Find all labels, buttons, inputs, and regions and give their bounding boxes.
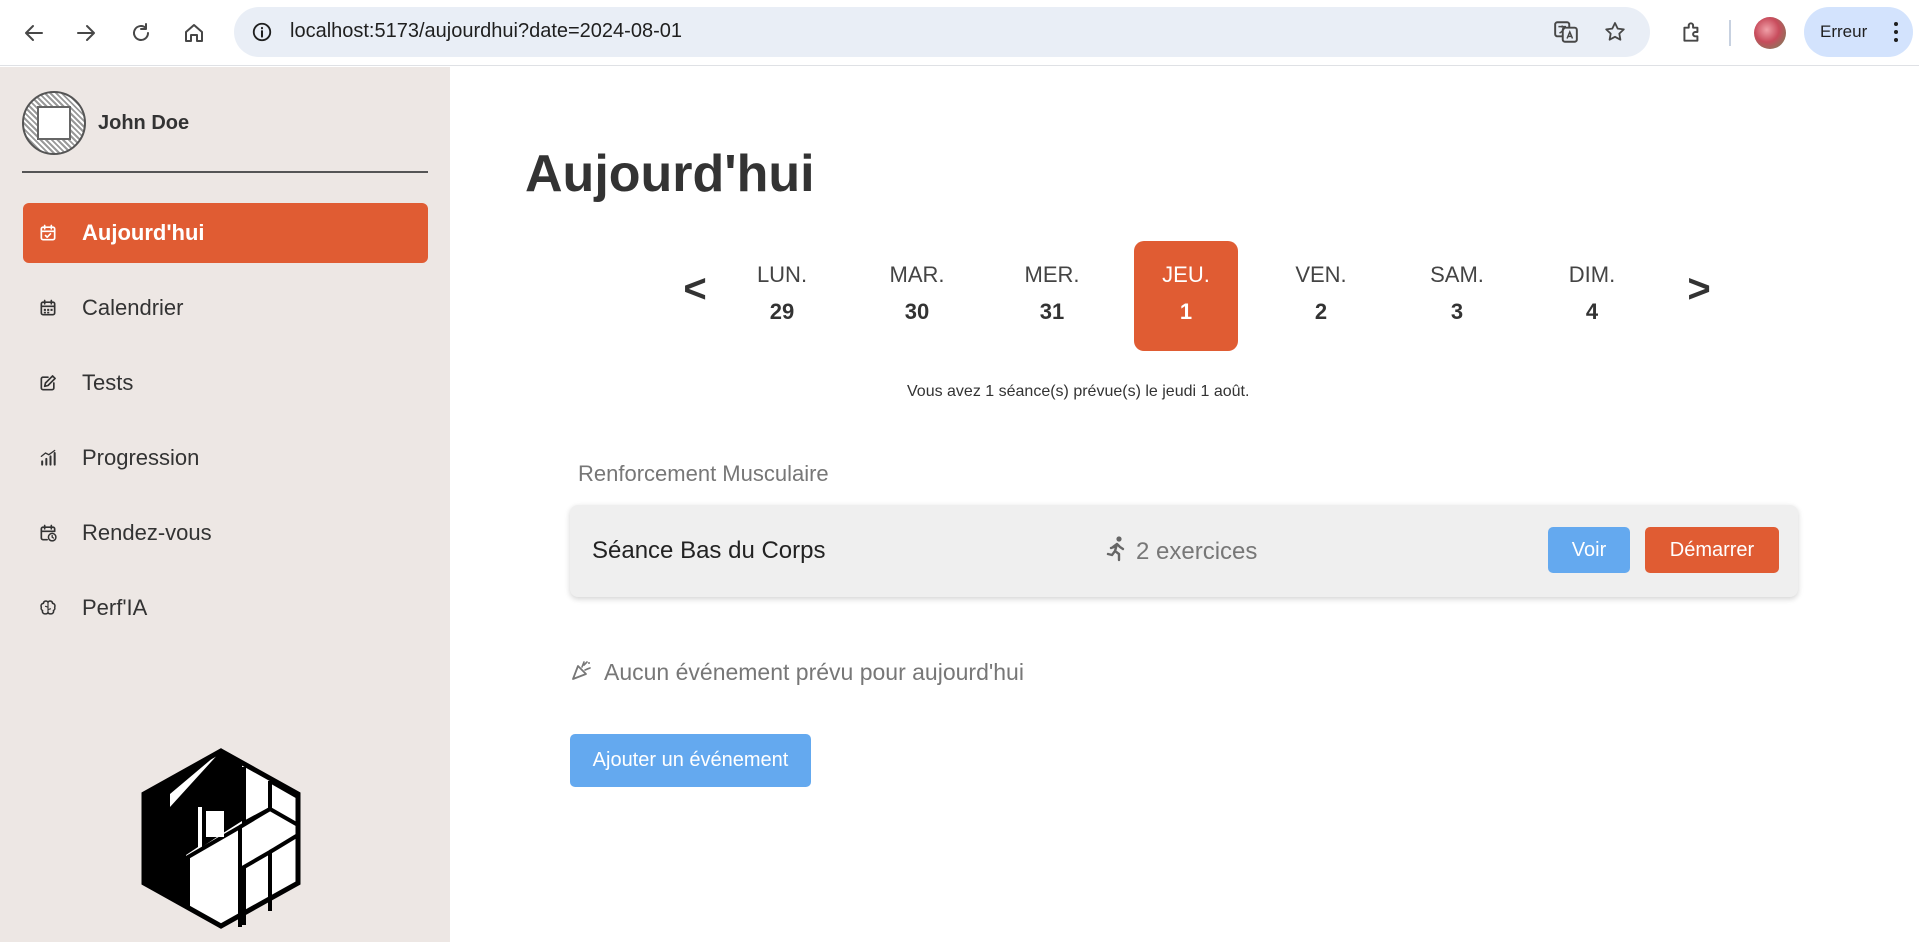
party-popper-icon (570, 658, 594, 687)
user-profile[interactable]: John Doe (22, 91, 189, 155)
app-logo (140, 747, 302, 929)
start-session-button[interactable]: Démarrer (1645, 527, 1779, 573)
sidebar-divider (22, 171, 428, 173)
view-session-button[interactable]: Voir (1548, 527, 1630, 573)
day-name: DIM. (1568, 262, 1616, 287)
address-bar[interactable]: localhost:5173/aujourdhui?date=2024-08-0… (234, 7, 1650, 57)
day-sam[interactable]: SAM. 3 (1405, 241, 1509, 351)
user-name: John Doe (98, 111, 190, 134)
day-number: 30 (904, 299, 930, 324)
prev-week-button[interactable]: < (675, 267, 715, 312)
sidebar-item-tests[interactable]: Tests (23, 353, 428, 413)
day-lun[interactable]: LUN. 29 (730, 241, 834, 351)
sidebar-item-label: Progression (82, 445, 200, 470)
chart-icon (37, 447, 59, 469)
session-card: Séance Bas du Corps 2 exercices Voir Dém… (570, 505, 1798, 597)
sessions-summary: Vous avez 1 séance(s) prévue(s) le jeudi… (907, 383, 1250, 400)
sidebar-item-label: Aujourd'hui (82, 220, 205, 245)
no-event-text: Aucun événement prévu pour aujourd'hui (604, 659, 1024, 685)
sidebar-item-label: Perf'IA (82, 595, 148, 620)
more-menu-icon[interactable] (1893, 22, 1899, 42)
avatar (22, 91, 86, 155)
sidebar-item-aujourdhui[interactable]: Aujourd'hui (23, 203, 428, 263)
back-button[interactable] (14, 13, 54, 53)
add-event-button[interactable]: Ajouter un événement (570, 734, 811, 787)
toolbar-divider (1729, 20, 1731, 46)
arrow-right-icon (77, 25, 95, 41)
day-number: 1 (1179, 299, 1193, 324)
no-event-message: Aucun événement prévu pour aujourd'hui (570, 658, 1024, 687)
profile-error-label: Erreur (1820, 22, 1868, 41)
calendar-icon (37, 297, 59, 319)
browser-toolbar: localhost:5173/aujourdhui?date=2024-08-0… (0, 0, 1919, 66)
forward-button[interactable] (66, 13, 106, 53)
sidebar-menu: Aujourd'hui Calendrier Tests Progression… (23, 203, 428, 653)
main-content: Aujourd'hui < LUN. 29 MAR. 30 MER. 31 JE… (450, 67, 1919, 942)
day-mar[interactable]: MAR. 30 (865, 241, 969, 351)
translate-icon[interactable] (1552, 18, 1580, 46)
sidebar-item-label: Rendez-vous (82, 520, 212, 545)
extensions-icon[interactable] (1674, 14, 1710, 50)
sidebar-item-progression[interactable]: Progression (23, 428, 428, 488)
calendar-check-icon (37, 222, 59, 244)
day-name: MAR. (889, 262, 945, 287)
brain-icon (37, 597, 59, 619)
day-number: 4 (1585, 299, 1599, 324)
day-number: 31 (1039, 299, 1065, 324)
next-week-button[interactable]: > (1679, 267, 1719, 312)
day-number: 3 (1450, 299, 1464, 324)
bookmark-star-icon[interactable] (1601, 18, 1629, 46)
day-name: SAM. (1430, 262, 1484, 287)
profile-avatar[interactable] (1754, 17, 1786, 49)
page-title: Aujourd'hui (525, 145, 815, 203)
day-name: LUN. (756, 262, 808, 287)
sidebar-item-perfia[interactable]: Perf'IA (23, 578, 428, 638)
arrow-left-icon (25, 25, 43, 41)
sidebar: John Doe Aujourd'hui Calendrier Tests Pr… (0, 67, 450, 942)
week-navigator: < LUN. 29 MAR. 30 MER. 31 JEU. 1 VEN. 2 … (675, 241, 1750, 351)
home-button[interactable] (174, 13, 214, 53)
profile-error-button[interactable]: Erreur (1804, 7, 1913, 57)
day-jeu-selected[interactable]: JEU. 1 (1134, 241, 1238, 351)
day-name: VEN. (1295, 262, 1347, 287)
reload-icon (133, 23, 149, 41)
day-number: 29 (769, 299, 795, 324)
sidebar-item-rendez-vous[interactable]: Rendez-vous (23, 503, 428, 563)
day-mer[interactable]: MER. 31 (1000, 241, 1104, 351)
day-dim[interactable]: DIM. 4 (1540, 241, 1644, 351)
url-text[interactable]: localhost:5173/aujourdhui?date=2024-08-0… (290, 20, 682, 43)
reload-button[interactable] (121, 13, 161, 53)
exercise-count: 2 exercices (1104, 535, 1257, 568)
exercise-count-label: 2 exercices (1136, 537, 1258, 565)
session-title: Séance Bas du Corps (592, 537, 826, 564)
day-number: 2 (1314, 299, 1328, 324)
home-icon (185, 24, 203, 42)
calendar-clock-icon (37, 522, 59, 544)
edit-icon (37, 372, 59, 394)
sidebar-item-label: Tests (82, 370, 134, 395)
sidebar-item-label: Calendrier (82, 295, 184, 320)
day-name: JEU. (1162, 262, 1210, 287)
day-name: MER. (1024, 262, 1080, 287)
day-ven[interactable]: VEN. 2 (1269, 241, 1373, 351)
program-label: Renforcement Musculaire (578, 461, 829, 486)
running-person-icon (1104, 535, 1128, 568)
site-info-icon[interactable] (248, 18, 276, 46)
sidebar-item-calendrier[interactable]: Calendrier (23, 278, 428, 338)
